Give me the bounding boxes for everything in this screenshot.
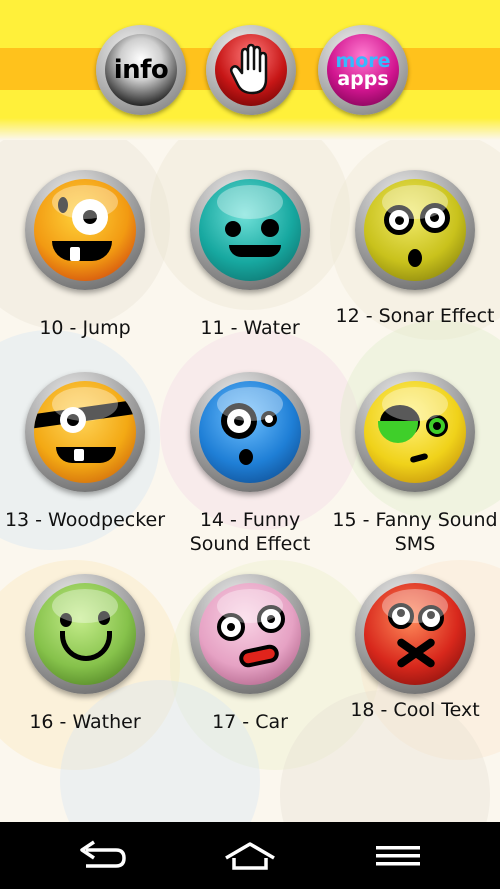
sound-tile-12-sonar-effect[interactable]: 12 - Sonar Effect (332, 160, 498, 360)
info-button[interactable]: info (96, 25, 186, 115)
more-apps-label-bottom: apps (337, 68, 389, 90)
sound-grid: 10 - Jump 11 - Water 12 - Sonar Effect 1… (0, 160, 500, 735)
sound-label: 10 - Jump (39, 317, 131, 339)
jump-face-icon (34, 179, 136, 281)
sound-label: 18 - Cool Text (350, 699, 480, 721)
home-icon (225, 842, 275, 870)
sound-tile-16-wather[interactable]: 16 - Wather (2, 564, 168, 735)
car-face-icon (199, 583, 301, 685)
more-apps-button[interactable]: more apps (318, 25, 408, 115)
sound-tile-11-water[interactable]: 11 - Water (167, 160, 333, 360)
wather-face-icon (34, 583, 136, 685)
sound-label: 11 - Water (200, 317, 300, 339)
sound-label: 16 - Wather (29, 711, 141, 733)
info-button-label: info (113, 55, 169, 85)
sound-tile-18-cool-text[interactable]: 18 - Cool Text (332, 564, 498, 735)
woodpecker-face-icon (34, 381, 136, 483)
sound-label: 13 - Woodpecker (4, 509, 166, 531)
sound-tile-15-fanny-sound-sms[interactable]: 15 - Fanny Sound SMS (332, 362, 498, 562)
sound-tile-14-funny-sound-effect[interactable]: 14 - Funny Sound Effect (167, 362, 333, 562)
home-button[interactable] (220, 836, 280, 876)
sound-tile-17-car[interactable]: 17 - Car (167, 564, 333, 735)
menu-button[interactable] (368, 836, 428, 876)
back-arrow-icon (80, 840, 126, 868)
water-face-icon (199, 179, 301, 281)
sonar-face-icon (364, 179, 466, 281)
top-bar: info more apps (0, 0, 500, 140)
sound-label: 12 - Sonar Effect (335, 305, 495, 327)
system-navigation-bar (0, 822, 500, 889)
cool-text-face-icon (364, 583, 466, 685)
sound-tile-13-woodpecker[interactable]: 13 - Woodpecker (2, 362, 168, 562)
sound-label: 17 - Car (212, 711, 288, 733)
hand-stop-icon (229, 43, 268, 95)
funny-face-icon (199, 381, 301, 483)
sms-face-icon (364, 381, 466, 483)
sound-tile-10-jump[interactable]: 10 - Jump (2, 160, 168, 360)
sound-label: 15 - Fanny Sound SMS (332, 509, 498, 555)
sound-label: 14 - Funny Sound Effect (189, 509, 311, 555)
back-button[interactable] (72, 836, 132, 876)
stop-button[interactable] (206, 25, 296, 115)
menu-icon (376, 846, 420, 866)
